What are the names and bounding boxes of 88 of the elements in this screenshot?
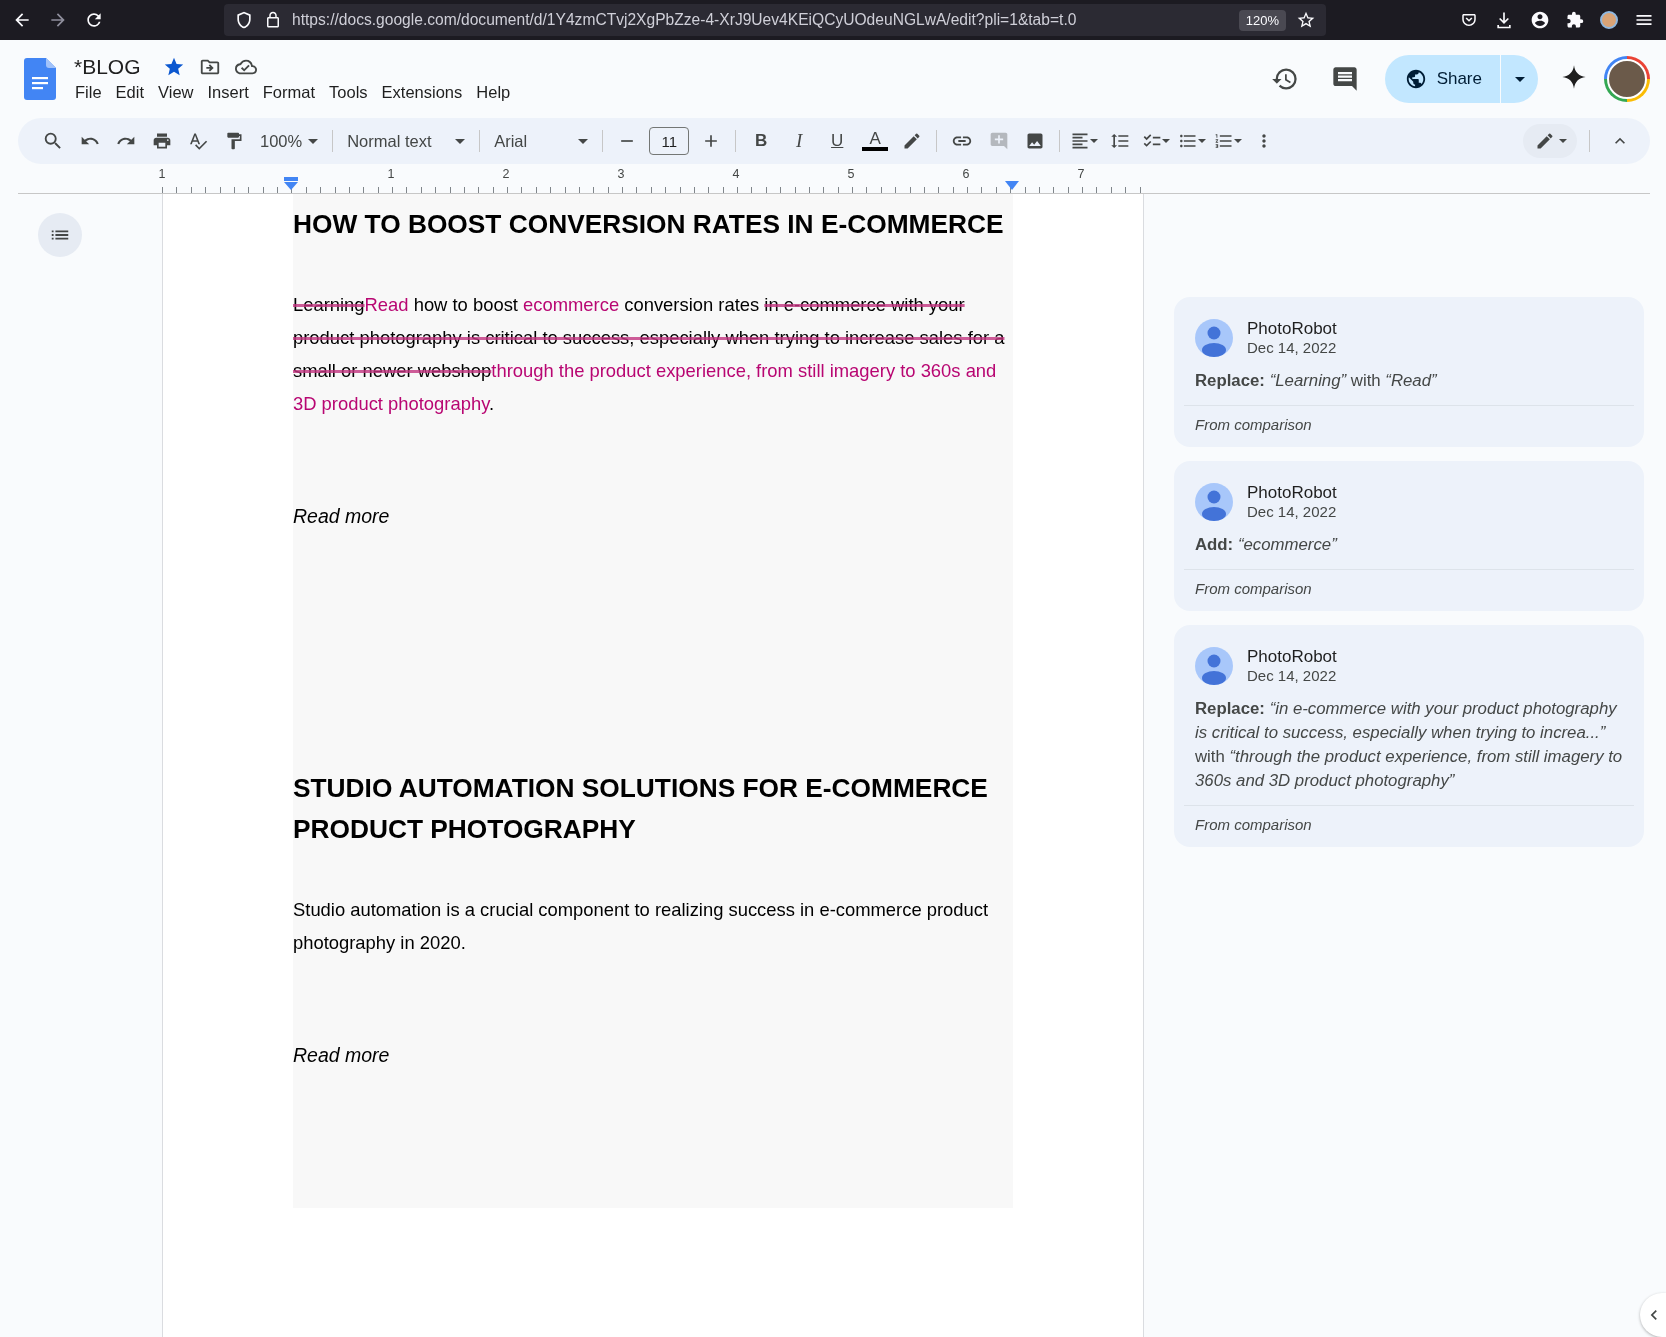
ruler-number: 7 — [1076, 167, 1086, 181]
ruler-number: 3 — [616, 167, 626, 181]
ruler-number: 6 — [961, 167, 971, 181]
suggestion-source: From comparison — [1184, 569, 1634, 599]
reload-icon[interactable] — [84, 10, 104, 30]
search-icon[interactable] — [42, 130, 64, 152]
address-bar[interactable]: https://docs.google.com/document/d/1Y4zmCTvj2XgPbZze-4-XrJ9Uev4KEiQCyUOdeuNGLwA/edit?pli=1&tab=t.0 120% — [224, 4, 1326, 36]
ruler-number: 2 — [501, 167, 511, 181]
caret-icon — [1234, 139, 1243, 143]
menu-item[interactable]: Insert — [200, 80, 256, 104]
underline-button[interactable]: U — [818, 125, 857, 157]
url-text: https://docs.google.com/document/d/1Y4zmCTvj2XgPbZze-4-XrJ9Uev4KEiQCyUOdeuNGLwA/edit?pli=1&tab=t.0 — [292, 11, 1078, 29]
read-more-text: Read more — [293, 504, 391, 529]
editing-mode-dropdown[interactable] — [1523, 124, 1577, 158]
caret-icon — [1090, 139, 1099, 143]
document-title[interactable]: *BLOG — [74, 54, 141, 79]
caret-icon — [1162, 139, 1171, 143]
text-color-button[interactable]: A — [856, 125, 895, 157]
caret-icon — [455, 138, 466, 144]
right-indent-marker[interactable] — [1004, 181, 1020, 190]
suggestion-source: From comparison — [1184, 805, 1634, 835]
shield-icon — [234, 10, 254, 30]
menu-item[interactable]: File — [68, 80, 109, 104]
section-heading: STUDIO AUTOMATION SOLUTIONS FOR E-COMMERCE PRODUCT PHOTOGRAPHY — [293, 772, 989, 846]
globe-icon — [1404, 68, 1427, 90]
bold-button[interactable]: B — [742, 125, 781, 157]
pocket-icon[interactable] — [1460, 11, 1478, 29]
suggestion-source: From comparison — [1184, 405, 1634, 435]
caret-icon — [308, 138, 319, 144]
read-more-text: Read more — [293, 1043, 391, 1068]
suggestion-text: Add: “ecommerce” — [1195, 534, 1339, 556]
line-spacing-icon[interactable] — [1110, 131, 1131, 151]
account-avatar[interactable] — [1604, 56, 1650, 102]
menu-item[interactable]: Tools — [322, 80, 375, 104]
comment-date: Dec 14, 2022 — [1247, 503, 1337, 521]
author-name: PhotoRobot — [1247, 483, 1337, 503]
menu-item[interactable]: Help — [469, 80, 518, 104]
share-button[interactable]: Share — [1384, 55, 1500, 103]
zoom-dropdown[interactable]: 100% — [252, 125, 327, 157]
section-heading: HOW TO BOOST CONVERSION RATES IN E-COMMERCE — [293, 208, 1005, 241]
ruler-number: 5 — [846, 167, 856, 181]
suggestion-card[interactable]: PhotoRobot Dec 14, 2022 Replace: “Learning” with “Read” From comparison — [1174, 297, 1644, 447]
author-name: PhotoRobot — [1247, 647, 1337, 667]
body-paragraph: Studio automation is a crucial component to realizing success in e-commerce product photography in 2020. — [293, 898, 990, 955]
suggestion-card[interactable] — [1174, 625, 1644, 847]
menu-item[interactable]: View — [151, 80, 201, 104]
ruler-number: 1 — [386, 167, 396, 181]
numbered-list-icon — [1214, 131, 1235, 151]
zoom-level-badge[interactable]: 120% — [1238, 9, 1286, 31]
comment-date: Dec 14, 2022 — [1247, 667, 1337, 685]
extension-icon[interactable] — [1600, 11, 1618, 29]
puzzle-icon[interactable] — [1566, 11, 1584, 29]
paint-roller-icon[interactable] — [224, 131, 244, 151]
caret-icon — [578, 138, 589, 144]
image-icon[interactable] — [1025, 131, 1046, 151]
print-icon[interactable] — [152, 131, 172, 151]
pencil-icon — [1535, 131, 1555, 151]
italic-button[interactable]: I — [780, 125, 819, 157]
download-icon[interactable] — [1494, 10, 1514, 30]
outline-button[interactable] — [38, 213, 82, 257]
caret-icon — [1198, 139, 1207, 143]
docs-logo-icon[interactable] — [24, 58, 56, 100]
align-left-icon — [1070, 131, 1091, 151]
avatar-icon — [1195, 483, 1233, 521]
comment-date: Dec 14, 2022 — [1247, 339, 1337, 357]
left-indent-marker[interactable] — [283, 177, 299, 190]
bookmark-star-icon[interactable] — [1296, 10, 1316, 30]
avatar-icon — [1195, 319, 1233, 357]
style-dropdown[interactable]: Normal text — [339, 125, 474, 157]
avatar-icon — [1195, 647, 1233, 685]
spellcheck-icon[interactable] — [188, 131, 208, 151]
menu-item[interactable]: Format — [255, 80, 323, 104]
lock-icon — [264, 11, 282, 29]
font-size-field[interactable]: 11 — [649, 127, 690, 155]
side-panel-toggle[interactable] — [1640, 1293, 1666, 1337]
suggestion-text: Replace: “in e-commerce with your product photography is critical to success, especially when trying to increa...” with “through the product experience, from still imagery to 360s and 3D product photography” — [1195, 698, 1624, 792]
author-name: PhotoRobot — [1247, 319, 1337, 339]
ruler-number: 1 — [157, 167, 167, 181]
caret-icon — [1559, 139, 1567, 143]
menu-item[interactable]: Edit — [108, 80, 152, 104]
suggestion-card[interactable]: PhotoRobot Dec 14, 2022 Add: “ecommerce” From comparison — [1174, 461, 1644, 611]
menu-item[interactable]: Extensions — [374, 80, 470, 104]
caret-icon — [1514, 76, 1525, 82]
suggestion-text: Replace: “Learning” with “Read” — [1195, 370, 1438, 392]
account-icon[interactable] — [1530, 10, 1550, 30]
font-dropdown[interactable]: Arial — [486, 125, 597, 157]
comment-icon[interactable] — [1330, 65, 1359, 93]
ruler-number: 4 — [731, 167, 741, 181]
